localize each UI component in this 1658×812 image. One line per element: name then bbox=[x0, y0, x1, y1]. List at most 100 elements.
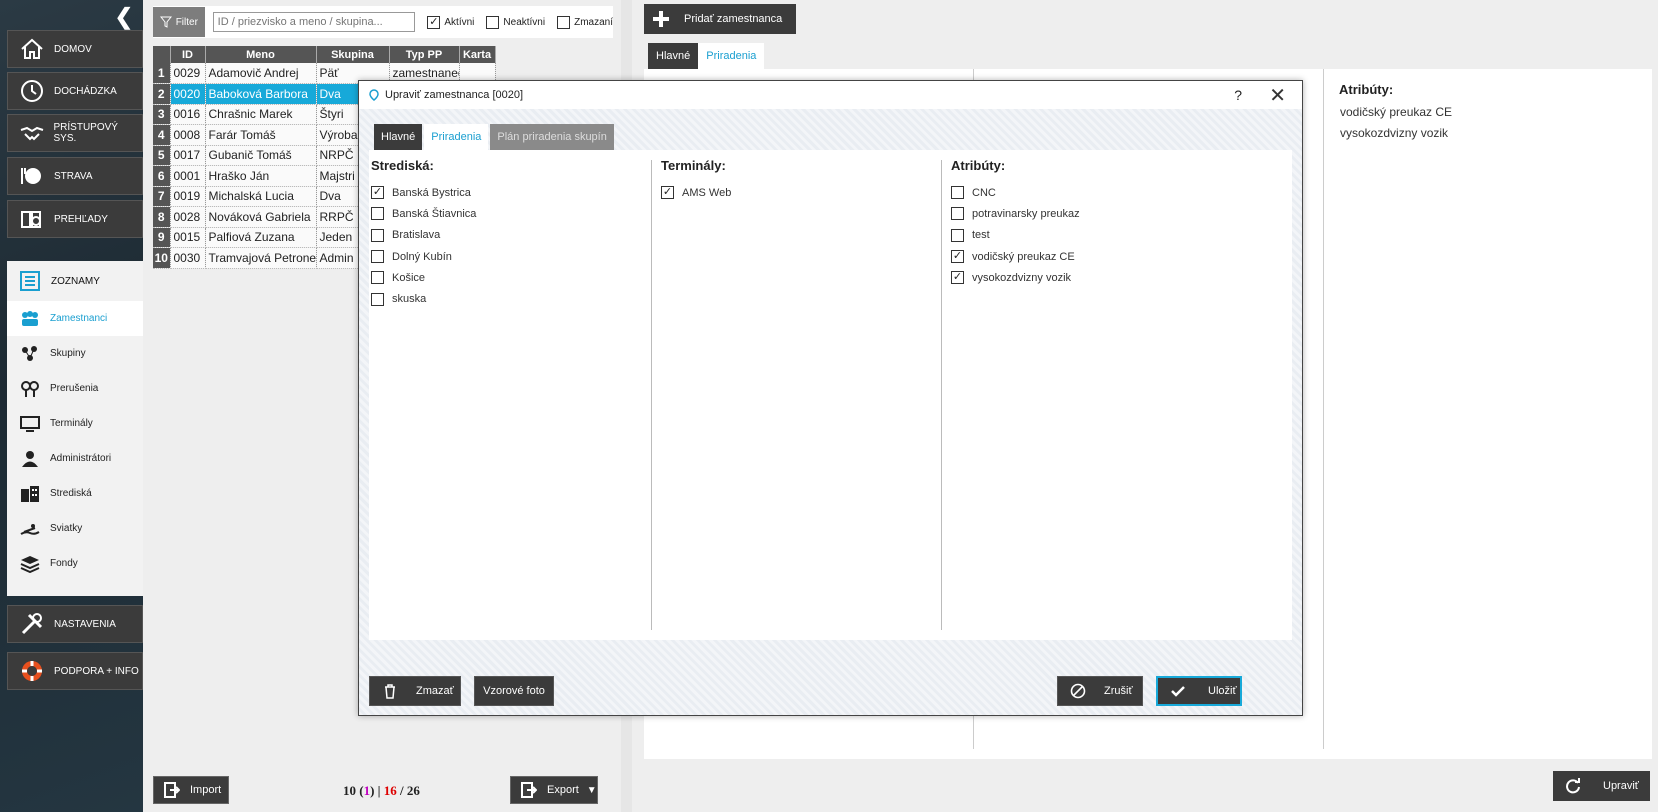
dialog-title-bar: Upraviť zamestnanca [0020] bbox=[359, 81, 1302, 109]
delete-label: Zmazať bbox=[416, 685, 454, 697]
checkbox-box bbox=[371, 292, 384, 306]
sidebar-item-zamestnanci[interactable]: Zamestnanci bbox=[7, 301, 143, 336]
strediska-item-label: Košice bbox=[392, 271, 426, 284]
save-button[interactable]: Uložiť bbox=[1156, 676, 1242, 706]
clock-icon bbox=[18, 77, 46, 105]
tab-plan-priradenia[interactable]: Plán priradenia skupín bbox=[490, 124, 614, 150]
sample-photo-button[interactable]: Vzorové foto bbox=[474, 676, 554, 706]
tab-priradenia[interactable]: Priradenia bbox=[424, 124, 489, 150]
attributes-title: Atribúty: bbox=[1339, 82, 1394, 97]
deleted-checkbox[interactable]: Zmazaní bbox=[557, 15, 613, 29]
sidebar-item-prerusenia[interactable]: Prerušenia bbox=[7, 371, 143, 406]
people-icon bbox=[19, 310, 41, 328]
atributy-list: CNC potravinarsky preukaz test ✓ vodičský pr… bbox=[951, 182, 1080, 288]
strediska-item-label: skuska bbox=[392, 293, 427, 306]
counter-filtered: 16 bbox=[383, 783, 397, 798]
sidebar-item-sviatky[interactable]: Sviatky bbox=[7, 511, 143, 546]
terminaly-checkbox-item[interactable]: ✓ AMS Web bbox=[661, 182, 731, 203]
nav-nastavenia[interactable]: NASTAVENIA bbox=[7, 605, 143, 643]
row-number: 3 bbox=[153, 104, 171, 125]
update-button[interactable]: Upraviť bbox=[1553, 771, 1650, 801]
delete-button[interactable]: Zmazať bbox=[369, 676, 461, 706]
filter-button[interactable]: Filter bbox=[153, 7, 205, 37]
row-number: 10 bbox=[153, 247, 171, 269]
atributy-column: Atribúty: CNC potravinarsky preukaz test ✓ v… bbox=[951, 158, 1080, 288]
column-header-typ-pp[interactable]: Typ PP bbox=[389, 46, 460, 63]
collapse-sidebar-icon[interactable]: ❮ bbox=[115, 4, 133, 30]
nav-label: STRAVA bbox=[54, 170, 93, 182]
atributy-checkbox-item[interactable]: CNC bbox=[951, 182, 1080, 203]
counter-total: 26 bbox=[406, 783, 420, 798]
nav-strava[interactable]: STRAVA bbox=[7, 157, 143, 195]
column-header-meno[interactable]: Meno bbox=[205, 46, 317, 63]
nav-pristupovy[interactable]: PRÍSTUPOVÝ SYS. bbox=[7, 114, 143, 152]
column-header-karta[interactable]: Karta bbox=[459, 46, 496, 63]
strediska-checkbox-item[interactable]: skuska bbox=[371, 288, 476, 309]
sidebar-item-fondy[interactable]: Fondy bbox=[7, 546, 143, 581]
table-cell: Palfiová Zuzana bbox=[205, 227, 317, 248]
nav-dochadzka[interactable]: DOCHÁDZKA bbox=[7, 72, 143, 110]
nav-prehlady[interactable]: PREHĽADY bbox=[7, 200, 143, 238]
sidebar-item-strediska[interactable]: Strediská bbox=[7, 476, 143, 511]
add-employee-button[interactable]: Pridať zamestnanca bbox=[644, 4, 796, 34]
column-header-skupina[interactable]: Skupina bbox=[316, 46, 390, 63]
export-button[interactable]: Export ▼ bbox=[510, 776, 598, 804]
column-divider bbox=[651, 160, 652, 630]
strediska-checkbox-item[interactable]: Banská Štiavnica bbox=[371, 203, 476, 224]
table-cell: 0001 bbox=[170, 165, 206, 187]
table-cell: Farár Tomáš bbox=[205, 124, 317, 146]
nav-label: NASTAVENIA bbox=[54, 618, 116, 630]
tab-hlavne[interactable]: Hlavné bbox=[648, 43, 699, 69]
search-input[interactable] bbox=[212, 12, 416, 32]
inactive-checkbox[interactable]: Neaktívni bbox=[486, 15, 545, 29]
checkbox-box bbox=[371, 228, 384, 242]
strediska-checkbox-item[interactable]: Dolný Kubín bbox=[371, 246, 476, 267]
checkbox-box bbox=[486, 15, 500, 29]
list-toolbar: Filter ✓Aktívni Neaktívni Zmazaní bbox=[153, 6, 613, 38]
sidebar-item-skupiny[interactable]: Skupiny bbox=[7, 336, 143, 371]
beach-icon bbox=[19, 520, 41, 538]
tab-priradenia[interactable]: Priradenia bbox=[698, 43, 765, 69]
checkmark-icon: ✓ bbox=[661, 186, 674, 200]
row-number: 9 bbox=[153, 227, 171, 248]
nav-podpora[interactable]: PODPORA + INFO bbox=[7, 652, 143, 690]
import-icon bbox=[164, 782, 180, 798]
atributy-checkbox-item[interactable]: test bbox=[951, 225, 1080, 246]
active-checkbox[interactable]: ✓ Aktívni bbox=[427, 15, 474, 29]
sidebar-item-label: Zamestnanci bbox=[50, 313, 108, 324]
sidebar-item-administratori[interactable]: Administrátori bbox=[7, 441, 143, 476]
row-number: 8 bbox=[153, 206, 171, 228]
strediska-item-label: Banská Štiavnica bbox=[392, 207, 477, 220]
trash-icon bbox=[385, 684, 395, 699]
tab-hlavne[interactable]: Hlavné bbox=[374, 124, 423, 150]
dialog-title: Upraviť zamestnanca [0020] bbox=[385, 89, 524, 101]
checkbox-box bbox=[371, 271, 384, 285]
sidebar-item-terminaly[interactable]: Terminály bbox=[7, 406, 143, 441]
sidebar-item-label: Skupiny bbox=[50, 348, 86, 359]
plate-icon bbox=[18, 162, 46, 190]
report-icon bbox=[18, 205, 46, 233]
strediska-checkbox-item[interactable]: ✓ Banská Bystrica bbox=[371, 182, 476, 203]
atributy-checkbox-item[interactable]: potravinarsky preukaz bbox=[951, 203, 1080, 224]
nav-label: PODPORA + INFO bbox=[54, 665, 139, 677]
table-cell: 0020 bbox=[170, 83, 206, 105]
help-icon[interactable]: ? bbox=[1234, 87, 1242, 103]
deleted-label: Zmazaní bbox=[574, 16, 613, 28]
cancel-button[interactable]: Zrušiť bbox=[1057, 676, 1143, 706]
monitor-icon bbox=[19, 415, 41, 433]
atributy-item-label: potravinarsky preukaz bbox=[972, 207, 1080, 220]
strediska-checkbox-item[interactable]: Bratislava bbox=[371, 225, 476, 246]
atributy-checkbox-item[interactable]: ✓ vodičský preukaz CE bbox=[951, 246, 1080, 267]
close-icon[interactable]: ✕ bbox=[1269, 83, 1286, 108]
column-header-id[interactable]: ID bbox=[170, 46, 206, 63]
strediska-checkbox-item[interactable]: Košice bbox=[371, 267, 476, 288]
add-employee-label: Pridať zamestnanca bbox=[684, 13, 783, 25]
nav-zoznamy[interactable]: ZOZNAMY bbox=[7, 261, 143, 301]
table-cell: 0019 bbox=[170, 186, 206, 207]
dropdown-arrow-icon[interactable]: ▼ bbox=[587, 785, 597, 796]
cancel-label: Zrušiť bbox=[1104, 685, 1133, 697]
nav-domov[interactable]: DOMOV bbox=[7, 30, 143, 68]
atributy-checkbox-item[interactable]: ✓ vysokozdvizny vozik bbox=[951, 267, 1080, 288]
import-button[interactable]: Import bbox=[153, 776, 229, 804]
building-icon bbox=[19, 485, 41, 503]
